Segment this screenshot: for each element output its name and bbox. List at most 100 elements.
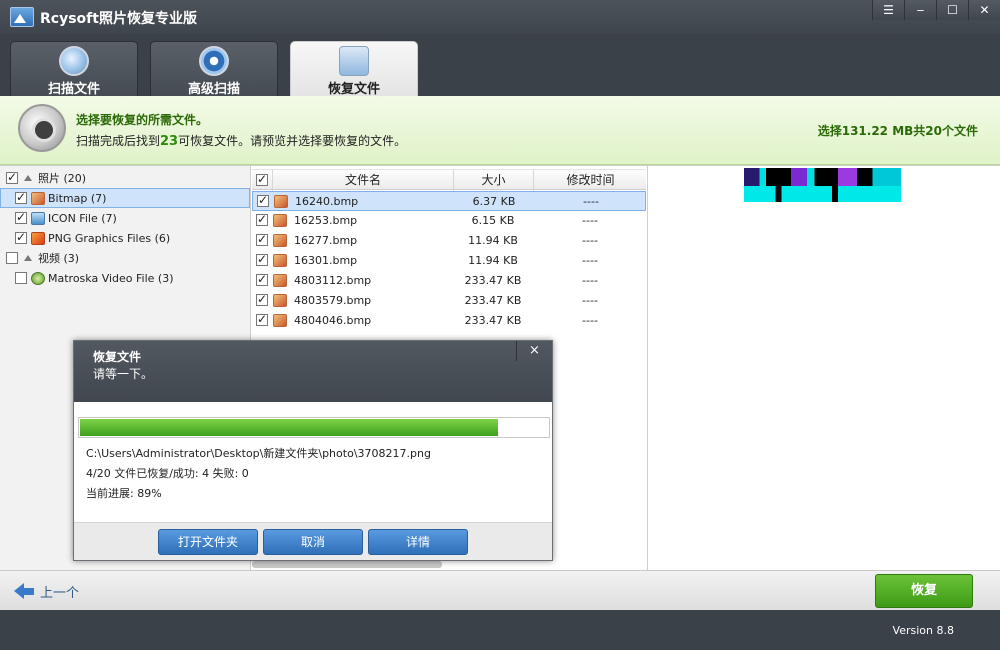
bmp-icon [273,254,287,267]
mkv-icon [31,271,45,285]
file-modified: ---- [582,214,598,227]
file-modified: ---- [582,274,598,287]
file-name: 16277.bmp [294,234,358,247]
app-logo-icon [10,7,34,27]
file-name: 16301.bmp [294,254,358,267]
bottom-bar: 上一个 恢复 [0,570,1000,610]
preview-image [744,168,901,202]
gear-icon [199,46,229,76]
info-band: 选择要恢复的所需文件。 扫描完成后找到23可恢复文件。请预览并选择要恢复的文件。… [0,96,1000,165]
maximize-icon[interactable]: ☐ [936,0,968,20]
select-all-checkbox[interactable] [256,172,268,186]
file-modified: ---- [582,314,598,327]
disk-recovery-icon [18,104,66,152]
details-button[interactable]: 详情 [368,529,468,555]
info-subtext: 扫描完成后找到23可恢复文件。请预览并选择要恢复的文件。 [76,132,406,149]
recover-progress-dialog: 恢复文件 请等一下。 × C:\Users\Administrator\Desk… [73,340,553,561]
checkbox[interactable] [6,252,18,264]
tab-advanced-scan[interactable]: 高级扫描 [150,41,278,97]
back-arrow-icon [14,583,24,599]
tree-node-bitmap[interactable]: Bitmap (7) [0,188,250,208]
file-size: 233.47 KB [464,314,522,327]
dialog-close-icon[interactable]: × [516,341,552,361]
tree-label: PNG Graphics Files (6) [48,231,171,245]
back-arrow-tail [24,587,34,595]
checkbox[interactable] [15,272,27,284]
info-heading: 选择要恢复的所需文件。 [76,113,209,127]
expand-icon[interactable] [24,175,32,181]
title-bar: Rcysoft照片恢复专业版 ☰ ‒ ☐ ✕ [0,0,1000,34]
bmp-icon [31,191,45,205]
dialog-title: 恢复文件 [93,350,142,364]
preview-pane [649,166,1000,571]
column-header-modified[interactable]: 修改时间 [533,170,647,191]
table-row[interactable]: 4803112.bmp 233.47 KB ---- [252,271,646,291]
close-icon[interactable]: ✕ [968,0,1000,20]
row-checkbox[interactable] [257,193,269,207]
dialog-header: 恢复文件 请等一下。 × [74,341,552,402]
tree-label: Matroska Video File (3) [48,271,174,285]
table-row[interactable]: 16240.bmp 6.37 KB ---- [252,191,646,211]
magnifier-icon [59,46,89,76]
row-checkbox[interactable] [256,212,268,226]
table-row[interactable]: 4804046.bmp 233.47 KB ---- [252,311,646,331]
file-name: 16240.bmp [295,195,359,208]
file-size: 11.94 KB [468,234,518,247]
checkbox[interactable] [15,230,27,244]
tab-recover-files[interactable]: 恢复文件 [290,41,418,97]
table-row[interactable]: 4803579.bmp 233.47 KB ---- [252,291,646,311]
info-sub-prefix: 扫描完成后找到 [76,134,161,148]
progress-bar [78,417,550,438]
row-checkbox[interactable] [256,252,268,266]
tree-node-png[interactable]: PNG Graphics Files (6) [0,228,250,248]
checkbox[interactable] [15,190,27,204]
recover-icon [339,46,369,76]
row-checkbox[interactable] [256,312,268,326]
tree-node-icon-file[interactable]: ICON File (7) [0,208,250,228]
file-size: 233.47 KB [464,274,522,287]
file-modified: ---- [582,234,598,247]
ico-icon [31,211,45,225]
tree-node-matroska[interactable]: Matroska Video File (3) [0,268,250,288]
file-name: 16253.bmp [294,214,358,227]
tree-node-video[interactable]: 视频 (3) [0,248,250,268]
checkbox[interactable] [15,210,27,224]
minimize-icon[interactable]: ‒ [904,0,936,20]
checkbox[interactable] [6,170,18,184]
bmp-icon [273,274,287,287]
tab-label: 高级扫描 [187,82,240,97]
menu-icon[interactable]: ☰ [872,0,904,20]
open-folder-button[interactable]: 打开文件夹 [158,529,258,555]
png-icon [31,231,45,245]
file-size: 6.15 KB [471,214,515,227]
column-header-name[interactable]: 文件名 [272,170,453,191]
tab-label: 恢复文件 [327,82,380,97]
file-modified: ---- [583,195,599,208]
horizontal-scrollbar[interactable] [252,561,442,568]
found-count: 23 [160,134,179,149]
app-title: Rcysoft照片恢复专业版 [40,11,197,27]
file-name: 4804046.bmp [294,314,372,327]
tab-scan-files[interactable]: 扫描文件 [10,41,138,97]
tree-node-photos[interactable]: 照片 (20) [0,168,250,188]
back-label: 上一个 [40,585,80,601]
row-checkbox[interactable] [256,272,268,286]
recover-button[interactable]: 恢复 [875,574,973,608]
cancel-button[interactable]: 取消 [263,529,363,555]
row-checkbox[interactable] [256,292,268,306]
bmp-icon [273,214,287,227]
table-row[interactable]: 16253.bmp 6.15 KB ---- [252,211,646,231]
tree-label: Bitmap (7) [48,191,107,205]
version-label: Version 8.8 [892,624,954,637]
table-row[interactable]: 16301.bmp 11.94 KB ---- [252,251,646,271]
row-checkbox[interactable] [256,232,268,246]
expand-icon[interactable] [24,255,32,261]
selection-summary: 选择131.22 MB共20个文件 [817,124,978,138]
back-button[interactable]: 上一个 [14,579,79,603]
tab-label: 扫描文件 [47,82,100,97]
dialog-subtitle: 请等一下。 [93,367,154,381]
recovery-status: 4/20 文件已恢复/成功: 4 失败: 0 [86,467,249,480]
file-name: 4803579.bmp [294,294,372,307]
table-row[interactable]: 16277.bmp 11.94 KB ---- [252,231,646,251]
column-header-size[interactable]: 大小 [453,170,533,191]
